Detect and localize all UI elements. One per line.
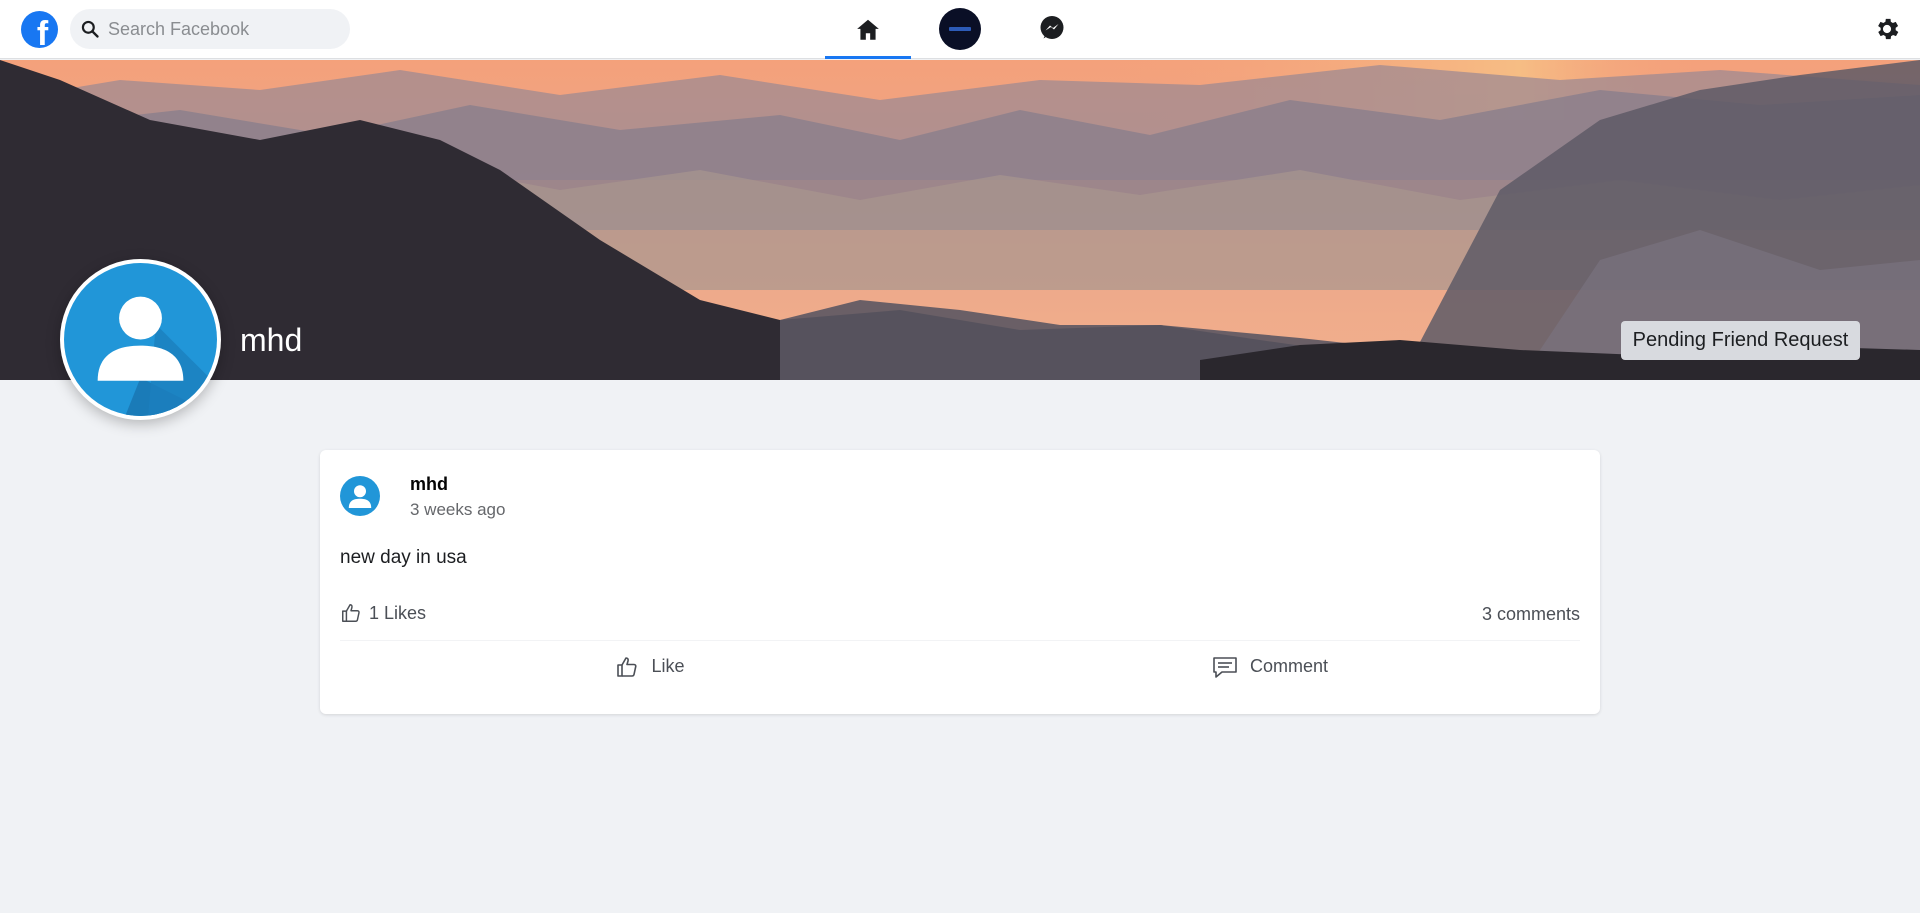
profile-picture[interactable] xyxy=(60,259,221,420)
post-author-avatar[interactable] xyxy=(340,476,380,516)
user-avatar-icon xyxy=(340,476,380,516)
search-input[interactable] xyxy=(108,18,328,40)
thumbs-up-icon xyxy=(342,604,360,622)
post-author-name[interactable]: mhd xyxy=(410,474,448,495)
post-card: mhd 3 weeks ago new day in usa 1 Likes 3… xyxy=(320,450,1600,714)
likes-summary: 1 Likes xyxy=(340,602,426,624)
nav-profile-avatar[interactable] xyxy=(939,8,981,50)
messenger-icon[interactable] xyxy=(1038,14,1066,42)
top-navigation-bar: f xyxy=(0,0,1920,59)
like-button[interactable]: Like xyxy=(340,641,960,692)
comments-count[interactable]: 3 comments xyxy=(1482,604,1580,625)
facebook-logo-icon[interactable]: f xyxy=(21,11,58,48)
post-text: new day in usa xyxy=(340,547,467,568)
search-icon xyxy=(81,20,99,38)
user-avatar-icon xyxy=(64,263,217,416)
thumbs-up-icon xyxy=(617,656,638,677)
pending-friend-request-button[interactable]: Pending Friend Request xyxy=(1621,321,1860,360)
comment-icon xyxy=(1213,656,1237,678)
post-timestamp: 3 weeks ago xyxy=(410,500,506,519)
avatar-logo-mark xyxy=(949,27,971,31)
post-actions: Like Comment xyxy=(340,640,1580,692)
likes-count: 1 Likes xyxy=(369,602,427,623)
search-box[interactable] xyxy=(70,9,350,49)
comment-button[interactable]: Comment xyxy=(960,641,1580,692)
like-button-label: Like xyxy=(651,656,685,676)
facebook-logo-letter: f xyxy=(36,15,49,48)
profile-name: mhd xyxy=(240,322,303,358)
comment-button-label: Comment xyxy=(1249,656,1329,676)
home-icon xyxy=(857,19,879,40)
nav-home-tab[interactable] xyxy=(825,0,911,59)
gear-icon[interactable] xyxy=(1873,15,1901,43)
